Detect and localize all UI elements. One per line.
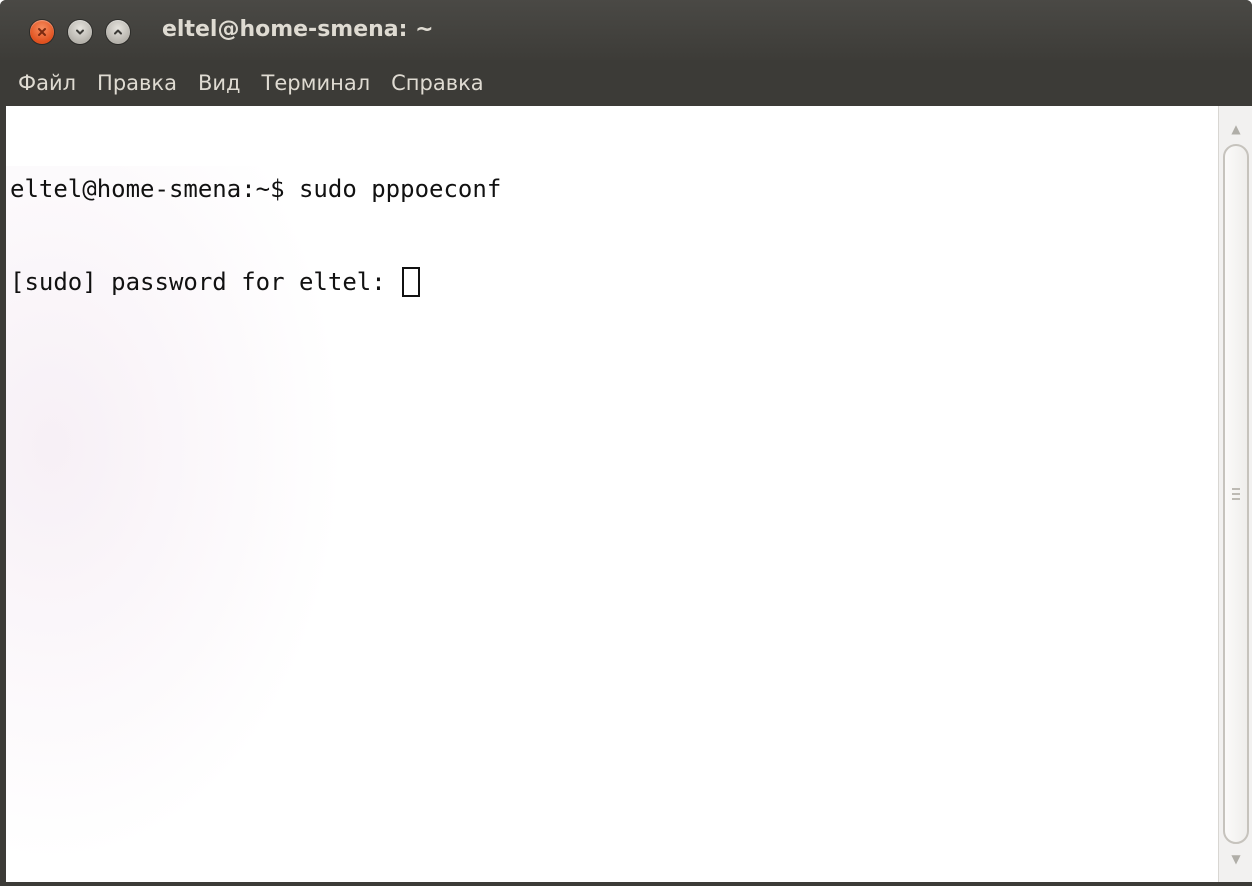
menu-file[interactable]: Файл bbox=[18, 68, 76, 98]
minimize-icon bbox=[75, 27, 85, 37]
menu-help[interactable]: Справка bbox=[391, 68, 484, 98]
terminal-line-prompt: eltel@home-smena:~$ sudo pppoeconf bbox=[10, 175, 502, 203]
maximize-icon bbox=[113, 27, 123, 37]
grip-icon bbox=[1232, 488, 1240, 500]
close-icon bbox=[37, 27, 47, 37]
scroll-up-arrow-icon: ▲ bbox=[1231, 122, 1241, 136]
scroll-down-arrow-icon: ▼ bbox=[1231, 852, 1241, 866]
menu-bar: Файл Правка Вид Терминал Справка bbox=[0, 60, 1252, 106]
scroll-down-button[interactable]: ▼ bbox=[1219, 844, 1252, 874]
scroll-thumb[interactable] bbox=[1223, 144, 1249, 844]
title-bar[interactable]: eltel@home-smena: ~ bbox=[0, 0, 1252, 60]
window-title: eltel@home-smena: ~ bbox=[162, 17, 434, 42]
text-cursor bbox=[402, 267, 421, 297]
terminal-window: eltel@home-smena: ~ Файл Правка Вид Терм… bbox=[0, 0, 1252, 886]
menu-view[interactable]: Вид bbox=[198, 68, 241, 98]
password-prompt-text: [sudo] password for eltel: bbox=[10, 268, 401, 296]
maximize-button[interactable] bbox=[106, 20, 130, 44]
terminal-line-password: [sudo] password for eltel: bbox=[10, 267, 501, 298]
terminal-text: eltel@home-smena:~$ sudo pppoeconf [sudo… bbox=[10, 112, 501, 360]
window-bottom-border bbox=[0, 882, 1252, 886]
terminal-output-area[interactable]: eltel@home-smena:~$ sudo pppoeconf [sudo… bbox=[6, 106, 1218, 882]
scroll-up-button[interactable]: ▲ bbox=[1219, 114, 1252, 144]
minimize-button[interactable] bbox=[68, 20, 92, 44]
menu-terminal[interactable]: Терминал bbox=[262, 68, 371, 98]
vertical-scrollbar[interactable]: ▲ ▼ bbox=[1218, 106, 1252, 882]
close-button[interactable] bbox=[30, 20, 54, 44]
menu-edit[interactable]: Правка bbox=[97, 68, 177, 98]
